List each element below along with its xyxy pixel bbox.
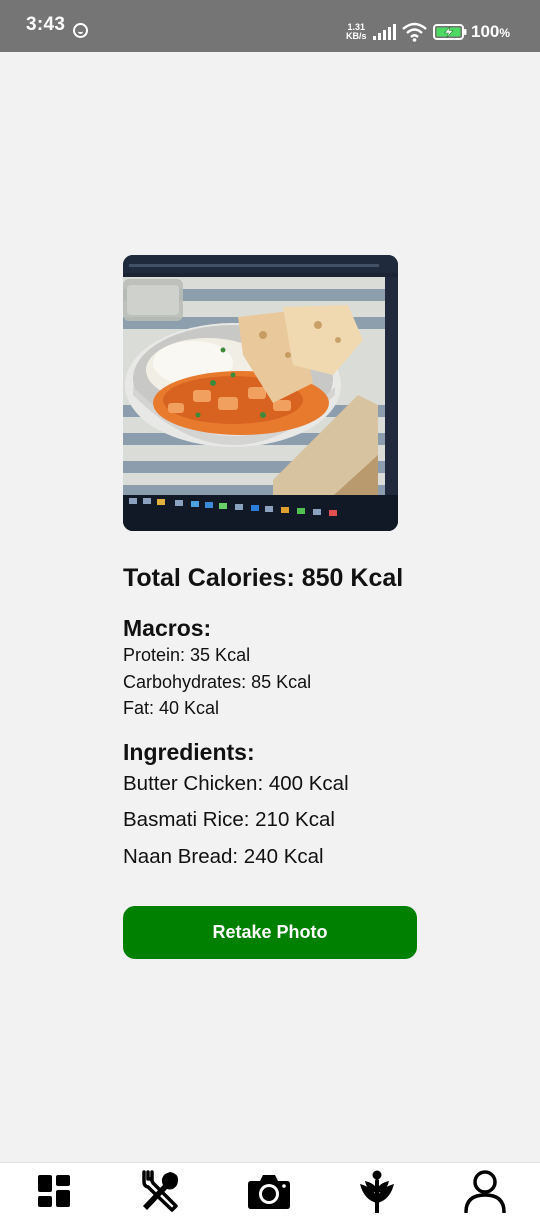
network-rate-unit: KB/s — [346, 31, 367, 41]
bottom-nav — [0, 1162, 540, 1230]
food-photo-image — [123, 255, 398, 531]
nav-dashboard[interactable] — [31, 1168, 77, 1214]
ingredients-list: Butter Chicken: 400 Kcal Basmati Rice: 2… — [123, 766, 443, 876]
status-bar: 3:43 1.31 KB/s 100% — [0, 0, 540, 52]
camera-icon — [248, 1175, 290, 1209]
nav-meals[interactable] — [138, 1168, 184, 1214]
ingredient-item: Naan Bread: 240 Kcal — [123, 844, 324, 868]
nav-camera[interactable] — [246, 1168, 292, 1214]
food-photo — [123, 255, 398, 531]
nav-plant[interactable] — [354, 1168, 400, 1214]
nav-profile[interactable] — [462, 1168, 508, 1214]
results-panel: Total Calories: 850 Kcal Macros: Protein… — [123, 560, 443, 875]
signal-icon — [373, 24, 396, 40]
ingredient-item: Butter Chicken: 400 Kcal — [123, 771, 349, 795]
battery-percent-value: 100 — [471, 22, 500, 41]
battery-percent-unit: % — [499, 26, 511, 40]
macro-item: Carbohydrates: 85 Kcal — [123, 671, 312, 692]
battery-charging-icon — [433, 24, 467, 40]
battery-percent: 100% — [471, 22, 510, 42]
network-rate: 1.31 KB/s — [346, 23, 367, 41]
sync-icon — [73, 23, 88, 38]
total-calories: Total Calories: 850 Kcal — [123, 564, 404, 592]
macro-item: Protein: 35 Kcal — [123, 645, 251, 665]
status-time: 3:43 — [26, 14, 66, 35]
macros-title: Macros: — [123, 615, 212, 641]
ingredients-title: Ingredients: — [123, 738, 255, 765]
utensils-icon — [142, 1170, 179, 1212]
profile-icon — [464, 1170, 506, 1213]
macros-list: Protein: 35 Kcal Carbohydrates: 85 Kcal … — [123, 642, 443, 722]
wifi-icon — [402, 22, 427, 42]
macro-item: Fat: 40 Kcal — [123, 698, 220, 718]
plant-icon — [360, 1170, 394, 1213]
ingredient-item: Basmati Rice: 210 Kcal — [123, 808, 335, 831]
dashboard-icon — [38, 1175, 70, 1207]
retake-photo-button[interactable]: Retake Photo — [123, 906, 417, 959]
